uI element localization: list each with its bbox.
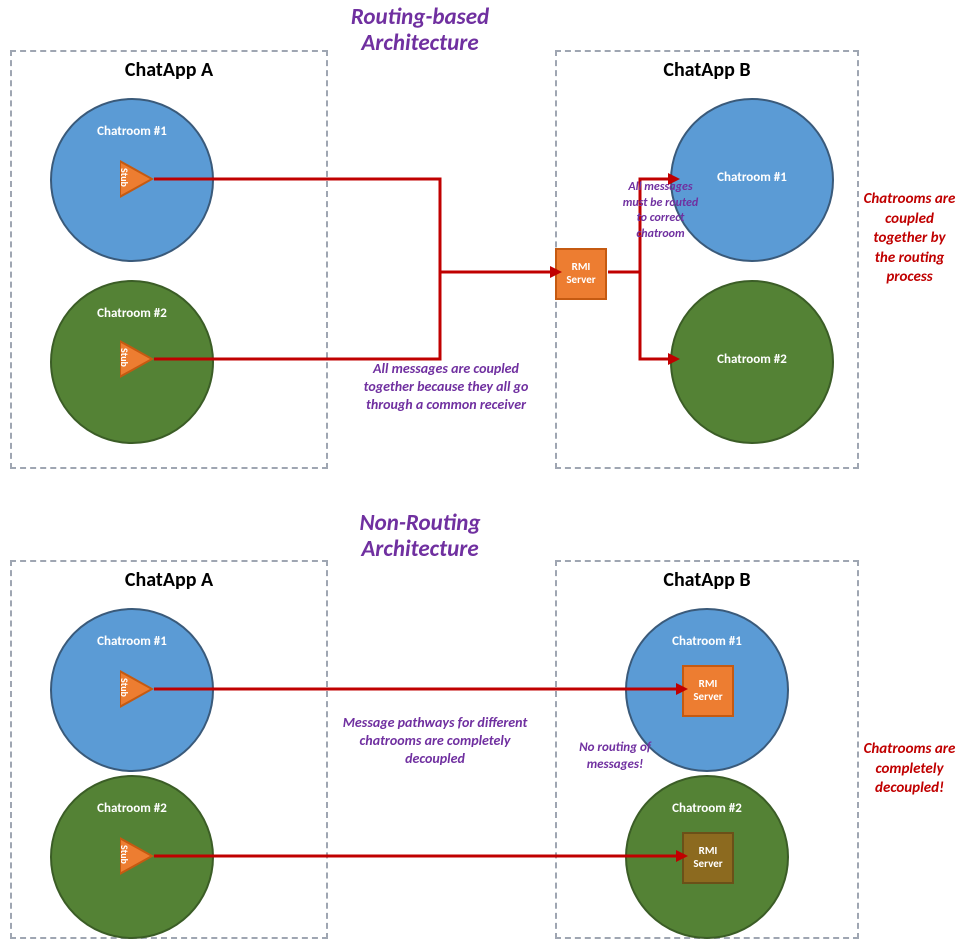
- d2-note-right: Chatrooms are completely decoupled!: [862, 740, 957, 799]
- d2-note-norouting: No routing of messages!: [560, 740, 670, 774]
- d2-arrows: [0, 0, 962, 945]
- architecture-diagram: Routing-based Architecture Non-Routing A…: [0, 0, 962, 945]
- d2-note-center: Message pathways for different chatrooms…: [340, 714, 530, 769]
